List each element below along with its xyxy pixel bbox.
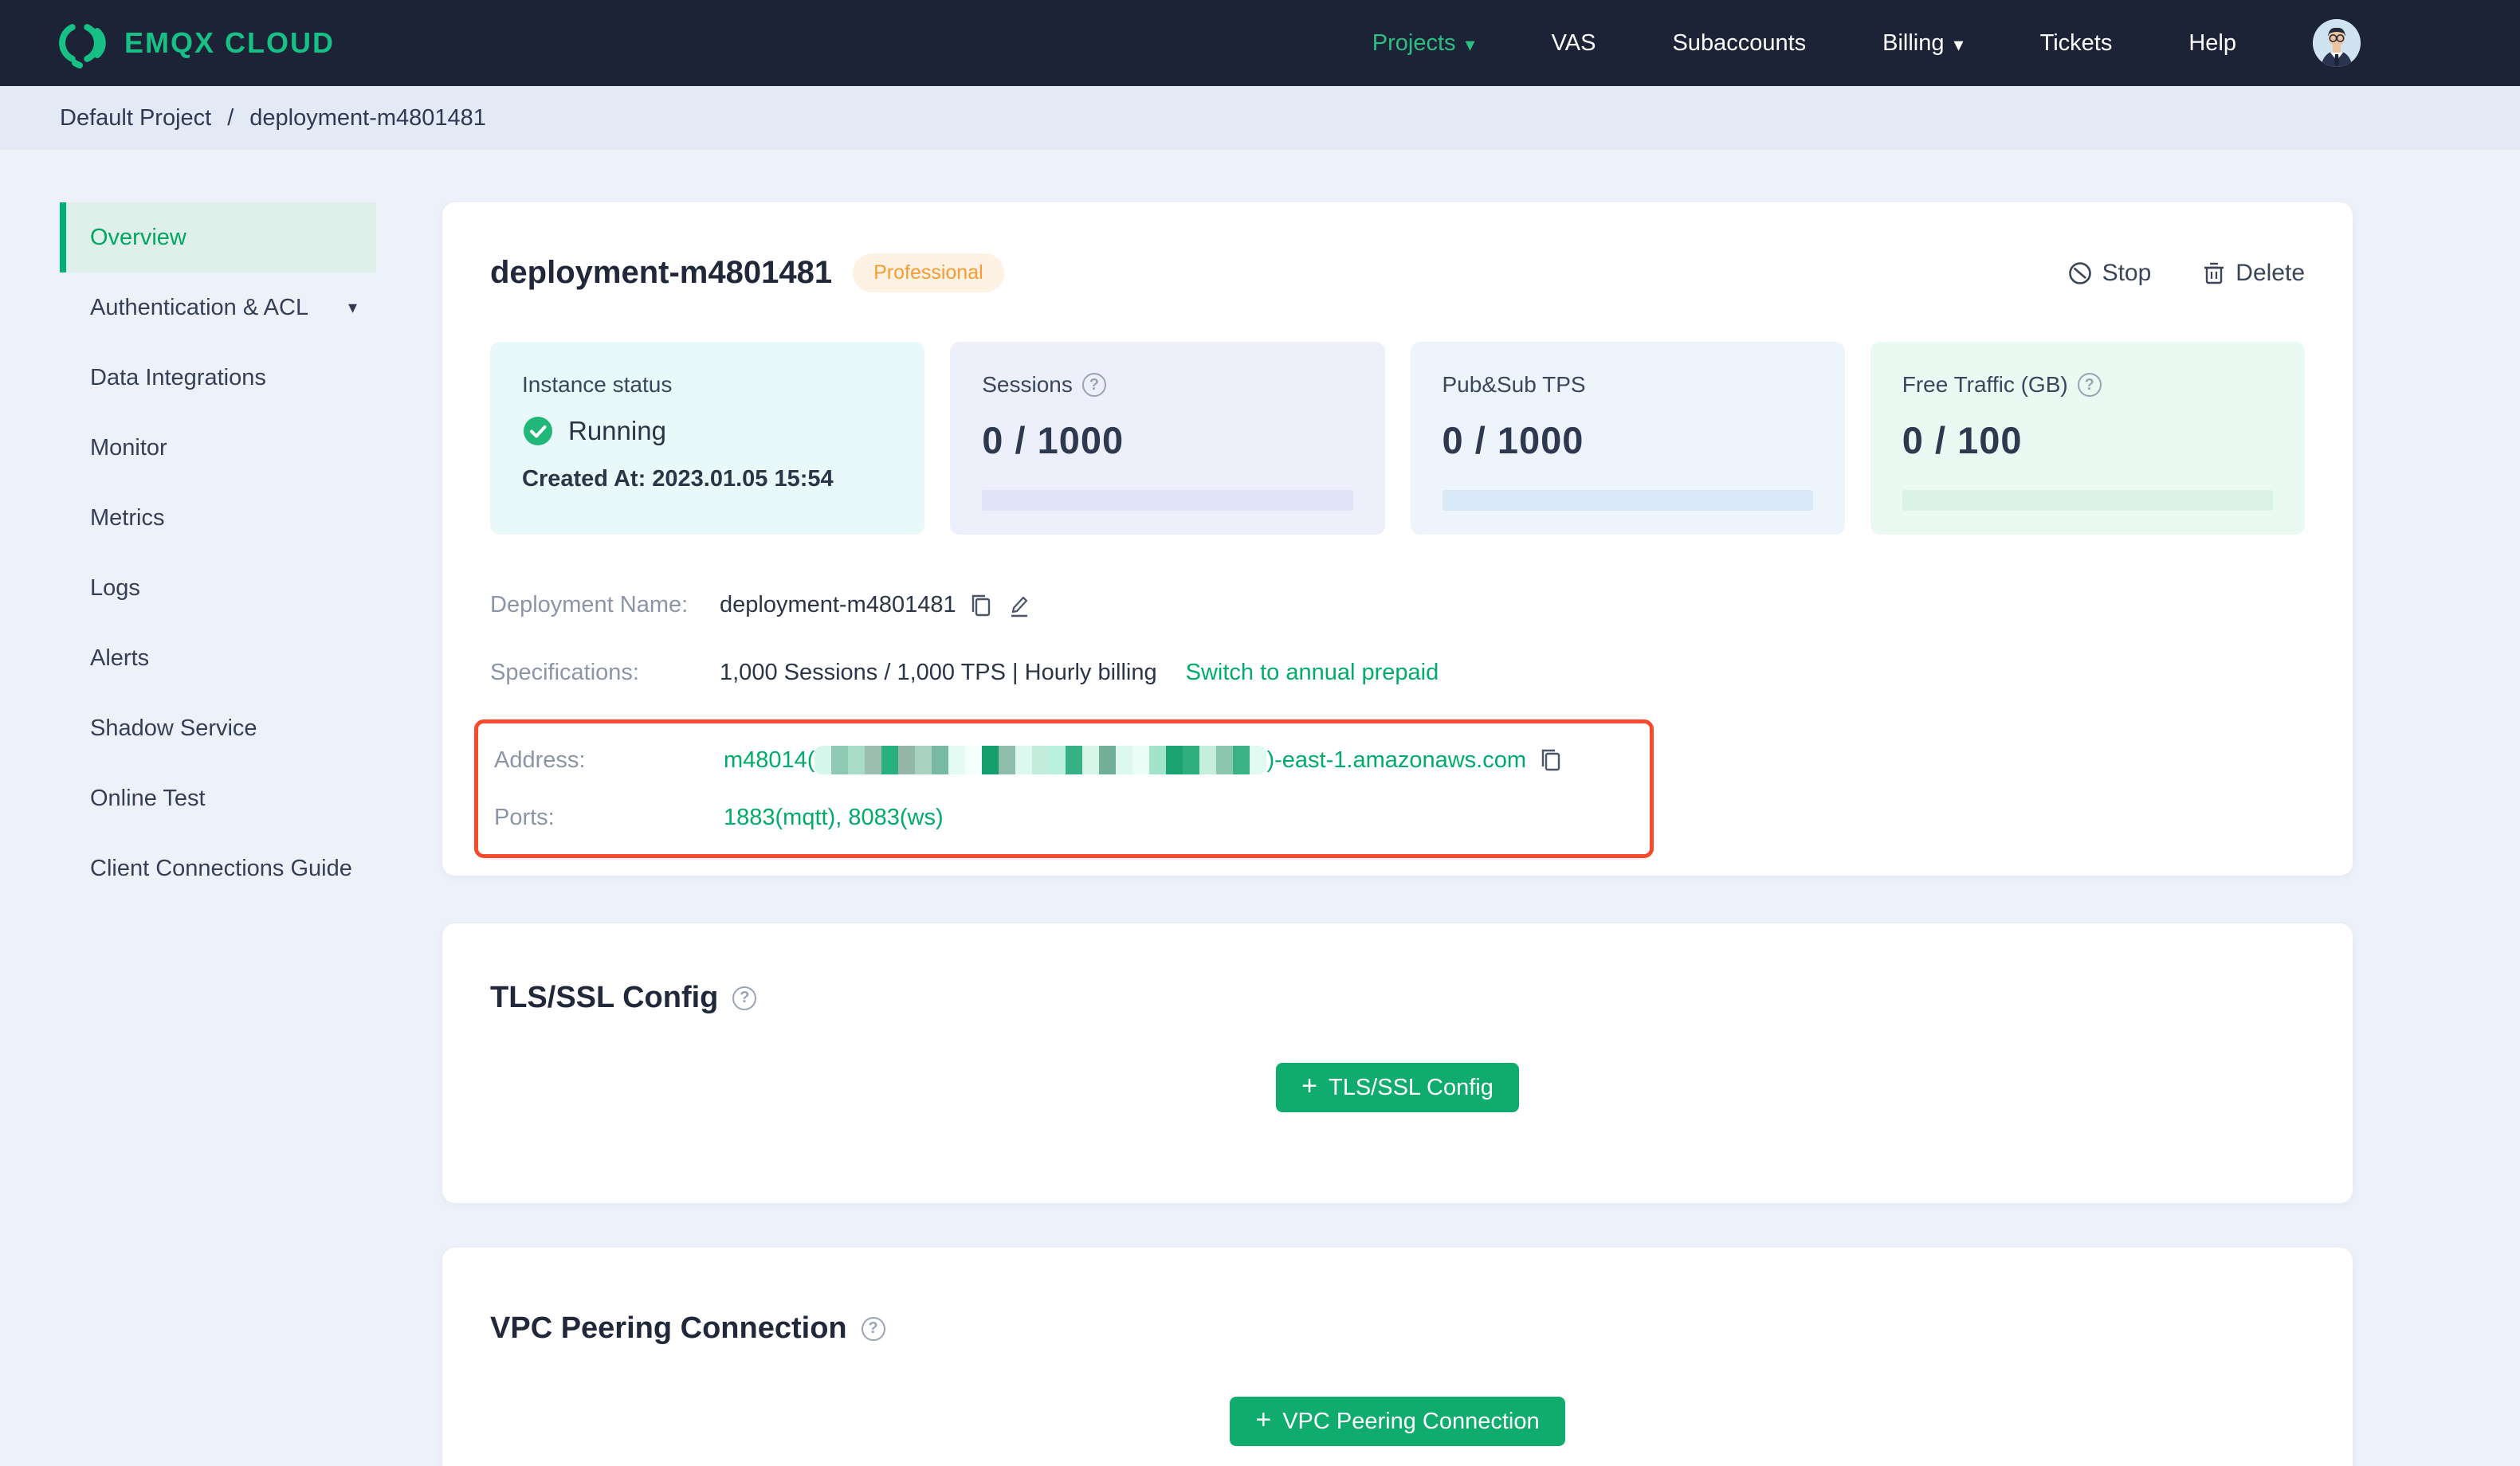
- breadcrumb: Default Project / deployment-m4801481: [0, 86, 2520, 150]
- main: deployment-m4801481 Professional Stop De…: [442, 202, 2353, 1466]
- stat-pubsub-tps: Pub&Sub TPS 0 / 1000: [1410, 342, 1845, 535]
- stop-button[interactable]: Stop: [2067, 259, 2152, 287]
- add-vpc-peering-label: VPC Peering Connection: [1282, 1408, 1540, 1434]
- sidebar-item-metrics[interactable]: Metrics: [60, 483, 376, 553]
- address-prefix: m48014(: [724, 747, 815, 773]
- stop-label: Stop: [2102, 259, 2152, 286]
- specifications-row: Specifications: 1,000 Sessions / 1,000 T…: [490, 639, 2305, 707]
- emqx-logo-icon: [59, 24, 106, 69]
- chevron-down-icon: ▾: [1465, 33, 1475, 56]
- plan-badge: Professional: [853, 253, 1004, 292]
- sessions-help-icon[interactable]: ?: [1081, 373, 1106, 397]
- add-tls-config-button[interactable]: + TLS/SSL Config: [1276, 1063, 1519, 1112]
- breadcrumb-deployment: deployment-m4801481: [249, 104, 486, 131]
- stop-icon: [2068, 261, 2091, 284]
- overview-actions: Stop Delete: [2067, 260, 2305, 287]
- sessions-value: 0 / 1000: [982, 419, 1125, 461]
- ports-row: Ports: 1883(mqtt), 8083(ws): [494, 789, 1650, 846]
- overview-header: deployment-m4801481 Professional Stop De…: [490, 253, 2305, 292]
- annotation-red-box: Address: m48014( )-east-1.amazonaws.com: [474, 719, 1654, 858]
- plus-icon: +: [1301, 1071, 1317, 1101]
- traffic-value: 0 / 100: [1902, 419, 2023, 461]
- running-check-icon: [524, 417, 552, 445]
- edit-name-icon[interactable]: [1006, 593, 1031, 618]
- sidebar-item-online-test[interactable]: Online Test: [60, 763, 376, 833]
- stat-sessions: Sessions ? 0 / 1000: [950, 342, 1385, 535]
- top-nav: EMQX CLOUD Projects ▾ VAS Subaccounts Billin…: [0, 0, 2520, 86]
- nav-links: Projects ▾ VAS Subaccounts Billing ▾ Tickets He…: [1372, 30, 2236, 57]
- tls-ssl-card: TLS/SSL Config ? + TLS/SSL Config: [442, 923, 2353, 1203]
- nav-item-vas[interactable]: VAS: [1552, 30, 1596, 57]
- traffic-help-icon[interactable]: ?: [2077, 373, 2102, 397]
- nav-item-subaccounts[interactable]: Subaccounts: [1672, 30, 1806, 57]
- specifications-label: Specifications:: [490, 660, 639, 685]
- breadcrumb-project[interactable]: Default Project: [60, 105, 211, 131]
- vpc-section-title: VPC Peering Connection: [490, 1311, 847, 1345]
- tps-value: 0 / 1000: [1442, 419, 1584, 461]
- sidebar-item-overview[interactable]: Overview: [60, 202, 376, 272]
- breadcrumb-separator: /: [227, 104, 234, 131]
- sidebar: Overview Authentication & ACL ▾ Data Integr…: [60, 202, 376, 1466]
- sidebar-item-logs[interactable]: Logs: [60, 553, 376, 623]
- copy-address-icon[interactable]: [1539, 747, 1563, 773]
- avatar-illustration-icon: [2313, 19, 2361, 67]
- sidebar-item-monitor[interactable]: Monitor: [60, 413, 376, 483]
- deployment-name-label: Deployment Name:: [490, 592, 689, 617]
- tps-label: Pub&Sub TPS: [1442, 372, 1586, 397]
- traffic-label: Free Traffic (GB): [1902, 372, 2068, 397]
- brand[interactable]: EMQX CLOUD: [56, 18, 335, 69]
- tps-progress-bar: [1442, 490, 1813, 511]
- traffic-progress-bar: [1902, 490, 2273, 511]
- sidebar-item-data-integrations[interactable]: Data Integrations: [60, 343, 376, 413]
- address-redacted-mosaic: [814, 746, 1267, 774]
- created-at: Created At: 2023.01.05 15:54: [522, 466, 834, 492]
- nav-item-tickets[interactable]: Tickets: [2040, 30, 2113, 57]
- ports-label: Ports:: [494, 804, 555, 830]
- chevron-down-icon: ▾: [347, 297, 357, 317]
- specifications-value: 1,000 Sessions / 1,000 TPS | Hourly bill…: [720, 660, 1157, 685]
- switch-annual-prepaid-link[interactable]: Switch to annual prepaid: [1186, 660, 1439, 686]
- vpc-peering-card: VPC Peering Connection ? + VPC Peering C…: [442, 1248, 2353, 1466]
- stat-free-traffic: Free Traffic (GB) ? 0 / 100: [1870, 342, 2305, 535]
- info-rows: Deployment Name: deployment-m4801481 Spe…: [474, 571, 2305, 858]
- deployment-name-value: deployment-m4801481: [720, 592, 956, 617]
- deployment-title: deployment-m4801481: [490, 255, 833, 290]
- sidebar-item-authentication-acl[interactable]: Authentication & ACL ▾: [60, 272, 376, 343]
- address-suffix: )-east-1.amazonaws.com: [1266, 747, 1527, 773]
- plus-icon: +: [1255, 1405, 1272, 1435]
- delete-label: Delete: [2235, 259, 2305, 286]
- brand-name: EMQX CLOUD: [124, 26, 336, 59]
- tls-section-title: TLS/SSL Config: [490, 981, 719, 1014]
- add-tls-config-label: TLS/SSL Config: [1328, 1074, 1494, 1100]
- user-avatar[interactable]: [2313, 19, 2361, 67]
- nav-item-projects[interactable]: Projects ▾: [1372, 30, 1475, 57]
- instance-status-value: Running: [568, 416, 666, 445]
- nav-item-help[interactable]: Help: [2188, 30, 2236, 57]
- page: EMQX CLOUD Projects ▾ VAS Subaccounts Billin…: [0, 0, 2520, 1466]
- content: Overview Authentication & ACL ▾ Data Integr…: [0, 150, 2520, 1466]
- sidebar-item-client-connections-guide[interactable]: Client Connections Guide: [60, 833, 376, 904]
- sidebar-item-alerts[interactable]: Alerts: [60, 623, 376, 693]
- sessions-progress-bar: [982, 490, 1353, 511]
- copy-name-icon[interactable]: [969, 593, 993, 618]
- vpc-help-icon[interactable]: ?: [861, 1316, 885, 1341]
- chevron-down-icon: ▾: [1953, 33, 1964, 56]
- overview-card: deployment-m4801481 Professional Stop De…: [442, 202, 2353, 876]
- instance-status-label: Instance status: [522, 372, 673, 397]
- stats-row: Instance status Running Created At: 2023…: [490, 342, 2305, 535]
- address-row: Address: m48014( )-east-1.amazonaws.com: [494, 731, 1650, 789]
- delete-button[interactable]: Delete: [2202, 260, 2305, 287]
- tls-help-icon[interactable]: ?: [732, 986, 757, 1010]
- sessions-label: Sessions: [982, 372, 1073, 397]
- trash-icon: [2204, 262, 2224, 284]
- ports-value: 1883(mqtt), 8083(ws): [724, 804, 944, 830]
- nav-item-billing[interactable]: Billing ▾: [1882, 30, 1963, 57]
- stat-instance-status: Instance status Running Created At: 2023…: [490, 342, 925, 535]
- add-vpc-peering-button[interactable]: + VPC Peering Connection: [1230, 1397, 1565, 1446]
- address-label: Address:: [494, 747, 586, 773]
- sidebar-item-shadow-service[interactable]: Shadow Service: [60, 693, 376, 763]
- deployment-name-row: Deployment Name: deployment-m4801481: [490, 571, 2305, 639]
